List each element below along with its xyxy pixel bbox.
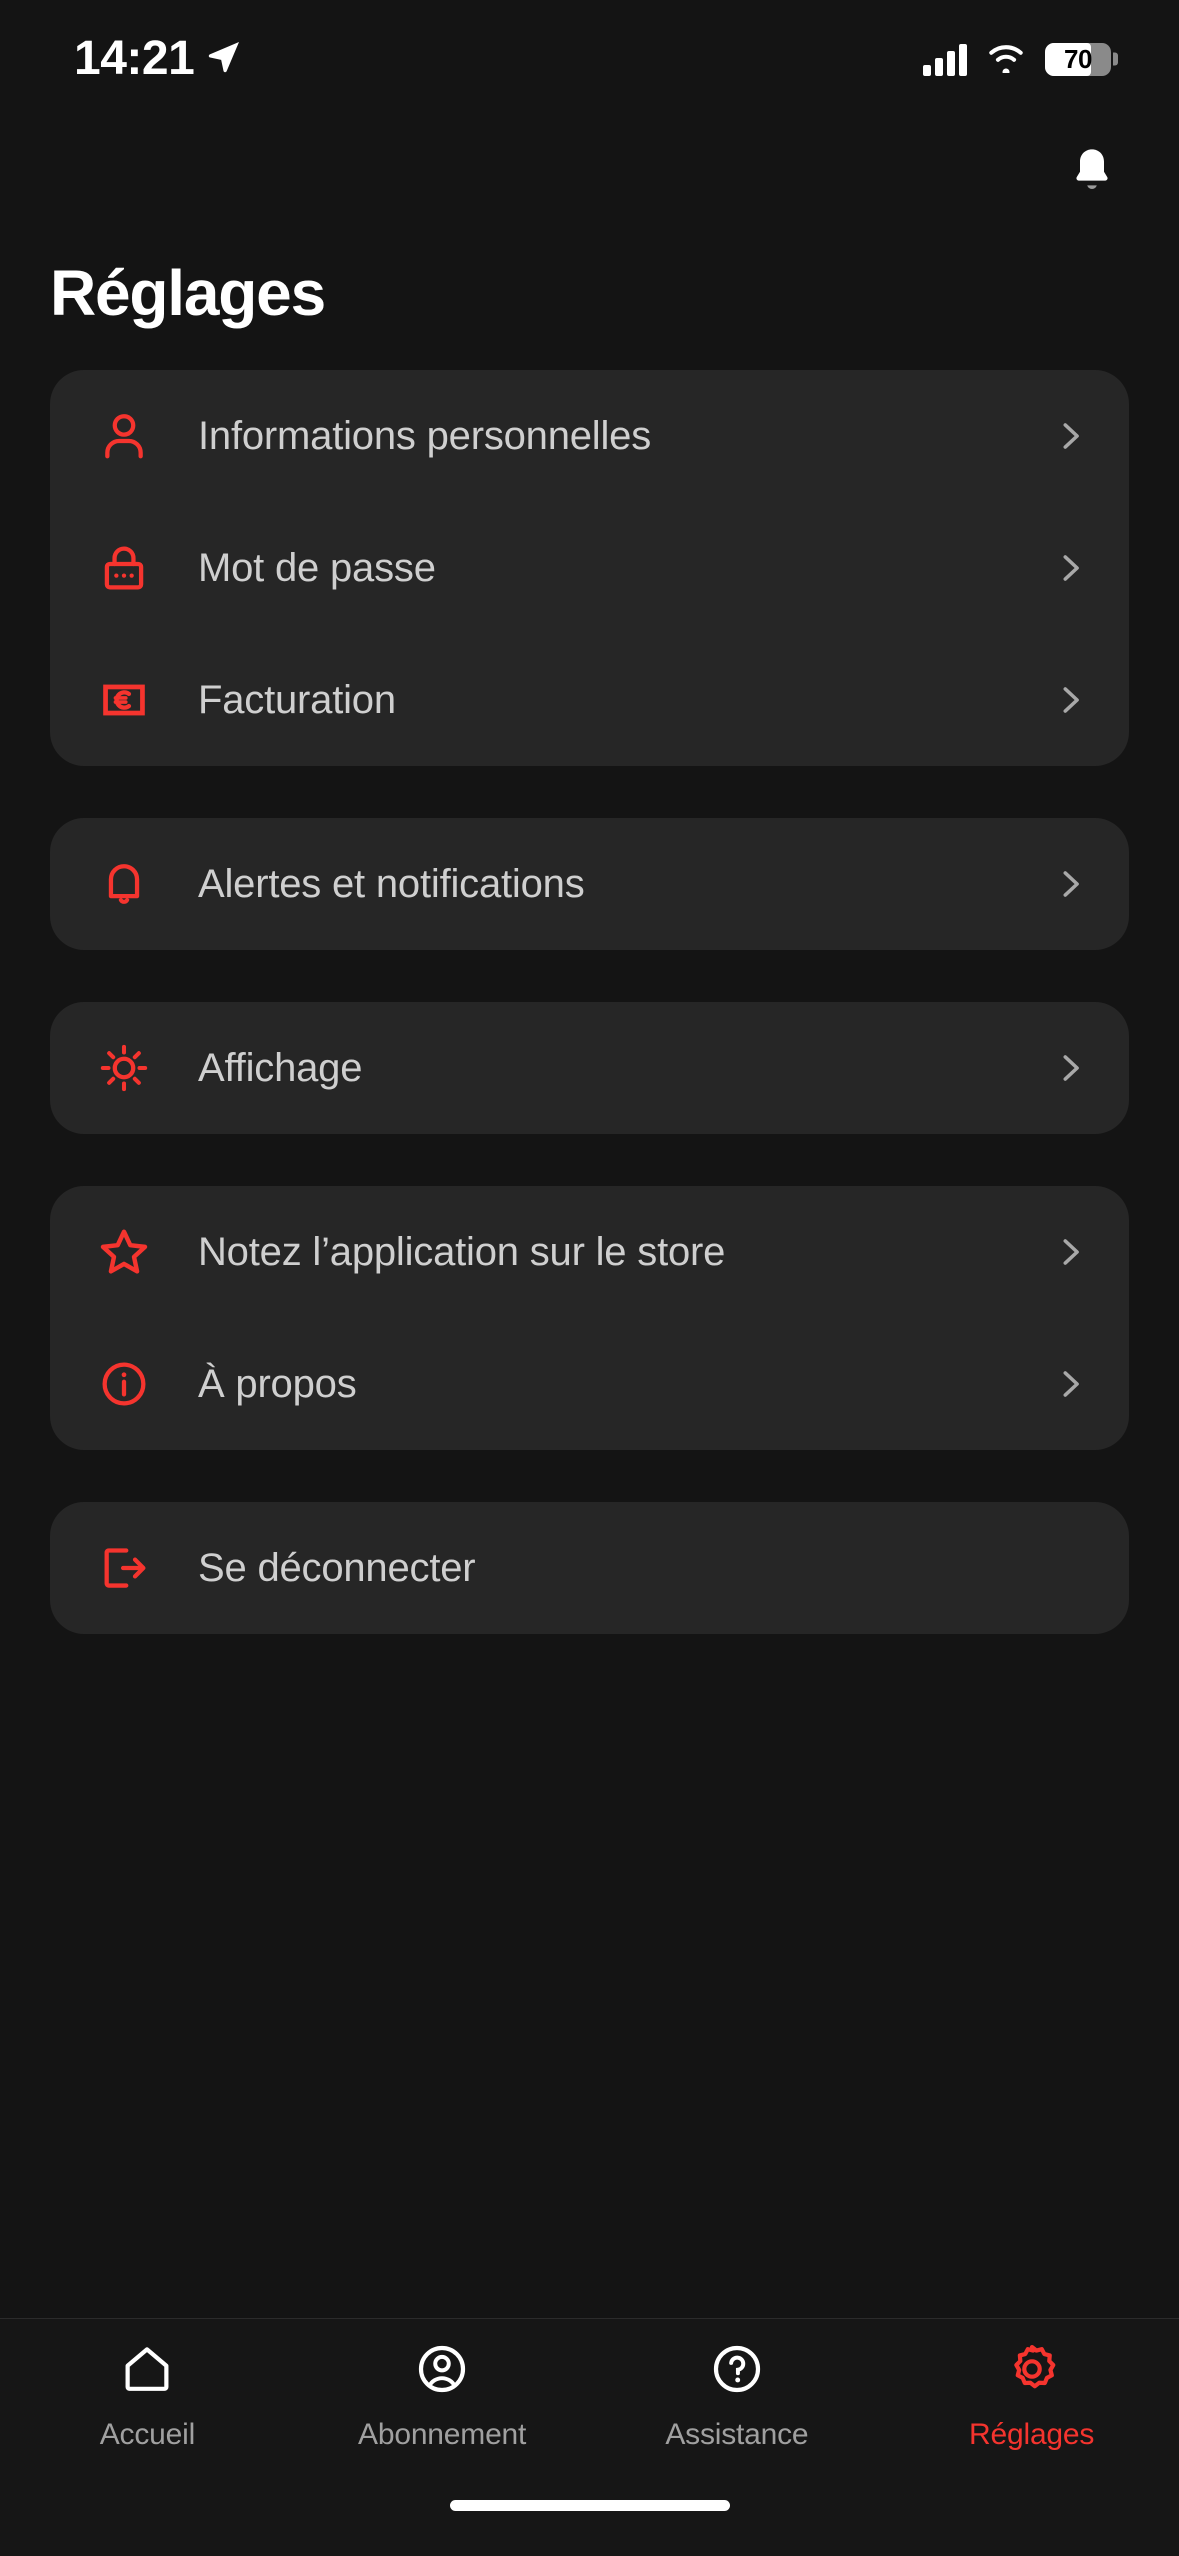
settings-group-notifications: Alertes et notifications: [50, 818, 1129, 950]
battery-indicator: 70: [1045, 42, 1118, 76]
home-icon: [119, 2341, 175, 2402]
settings-row-label: Alertes et notifications: [198, 861, 585, 906]
sun-icon: [92, 1041, 156, 1095]
tab-reglages[interactable]: Réglages: [884, 2341, 1179, 2452]
settings-list: Informations personnelles Mot de passe F…: [0, 358, 1179, 2318]
chevron-right-icon: [1051, 1233, 1089, 1271]
settings-row-password[interactable]: Mot de passe: [50, 502, 1129, 634]
settings-row-alerts[interactable]: Alertes et notifications: [50, 818, 1129, 950]
settings-row-display[interactable]: Affichage: [50, 1002, 1129, 1134]
settings-group-display: Affichage: [50, 1002, 1129, 1134]
bell-icon: [1068, 145, 1116, 202]
settings-row-label: Notez l’application sur le store: [198, 1229, 726, 1274]
question-circle-icon: [709, 2341, 765, 2402]
tab-label: Assistance: [665, 2418, 809, 2451]
home-indicator-area: [0, 2486, 1179, 2556]
location-arrow-icon: [204, 37, 244, 82]
battery-cap: [1113, 52, 1118, 66]
person-icon: [92, 409, 156, 463]
status-bar: 14:21 70: [0, 0, 1179, 118]
gear-icon: [1004, 2341, 1060, 2402]
status-bar-left: 14:21: [74, 35, 244, 83]
tab-label: Accueil: [99, 2418, 196, 2451]
tab-assistance[interactable]: Assistance: [590, 2341, 885, 2452]
euro-card-icon: [92, 673, 156, 727]
clock: 14:21: [74, 32, 195, 85]
settings-row-label: Se déconnecter: [198, 1545, 476, 1590]
settings-group-session: Se déconnecter: [50, 1502, 1129, 1634]
settings-row-about[interactable]: À propos: [50, 1318, 1129, 1450]
settings-row-label: Mot de passe: [198, 545, 436, 590]
star-icon: [92, 1224, 156, 1280]
settings-row-billing[interactable]: Facturation: [50, 634, 1129, 766]
chevron-right-icon: [1051, 681, 1089, 719]
user-circle-icon: [414, 2341, 470, 2402]
settings-screen: 14:21 70 Réglages Informations personnel…: [0, 0, 1179, 2556]
chevron-right-icon: [1051, 417, 1089, 455]
chevron-right-icon: [1051, 1365, 1089, 1403]
settings-group-about: Notez l’application sur le store À propo…: [50, 1186, 1129, 1450]
logout-icon: [92, 1541, 156, 1595]
chevron-right-icon: [1051, 865, 1089, 903]
settings-row-label: À propos: [198, 1361, 357, 1406]
home-indicator[interactable]: [449, 2500, 730, 2511]
settings-row-personal-info[interactable]: Informations personnelles: [50, 370, 1129, 502]
cellular-signal-icon: [923, 42, 967, 76]
status-bar-right: 70: [923, 41, 1118, 78]
tab-label: Réglages: [969, 2418, 1095, 2451]
settings-group-account: Informations personnelles Mot de passe F…: [50, 370, 1129, 766]
wifi-icon: [985, 41, 1027, 78]
battery-percent: 70: [1064, 43, 1092, 74]
settings-row-label: Affichage: [198, 1045, 363, 1090]
info-circle-icon: [92, 1357, 156, 1411]
tab-label: Abonnement: [358, 2418, 527, 2451]
settings-row-logout[interactable]: Se déconnecter: [50, 1502, 1129, 1634]
settings-row-label: Informations personnelles: [198, 413, 652, 458]
notifications-button[interactable]: [1060, 141, 1124, 205]
settings-row-rate-app[interactable]: Notez l’application sur le store: [50, 1186, 1129, 1318]
page-title: Réglages: [50, 257, 326, 329]
bottom-tab-bar: Accueil Abonnement Assistance Réglages: [0, 2318, 1179, 2486]
header-bar: [0, 118, 1179, 228]
chevron-right-icon: [1051, 549, 1089, 587]
lock-icon: [92, 541, 156, 595]
tab-abonnement[interactable]: Abonnement: [295, 2341, 590, 2452]
settings-row-label: Facturation: [198, 677, 396, 722]
bell-icon: [92, 857, 156, 911]
tab-accueil[interactable]: Accueil: [0, 2341, 295, 2452]
chevron-right-icon: [1051, 1049, 1089, 1087]
